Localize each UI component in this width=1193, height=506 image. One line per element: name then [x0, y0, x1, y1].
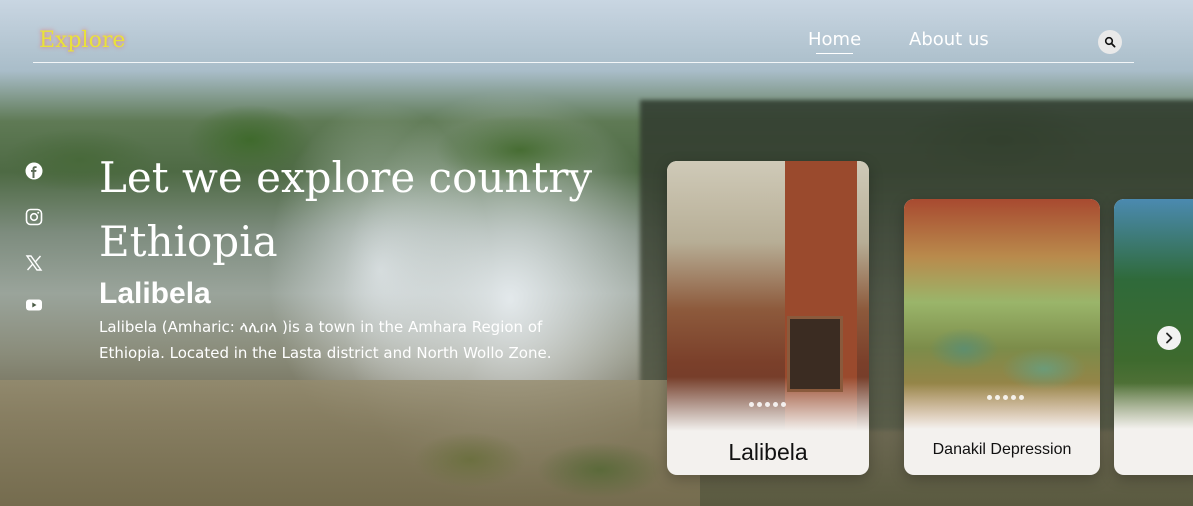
search-button[interactable]: [1098, 30, 1122, 54]
x-icon[interactable]: [25, 254, 43, 272]
card-label: Danakil Depression: [932, 441, 1072, 458]
chevron-right-icon: [1166, 332, 1173, 344]
logo[interactable]: Explore: [39, 28, 125, 53]
place-name: Lalibela: [99, 277, 211, 310]
background-rocks: [320, 410, 680, 506]
church-door: [787, 316, 843, 392]
nav-link-about-us[interactable]: About us: [909, 29, 989, 50]
nav-link-home[interactable]: Home: [808, 29, 861, 54]
instagram-icon[interactable]: [25, 208, 43, 226]
destination-card-lalibela[interactable]: Lalibela: [667, 161, 869, 475]
youtube-icon[interactable]: [25, 296, 43, 314]
card-image-dots: [749, 402, 786, 407]
card-label: Lalibela: [728, 439, 808, 465]
destination-card-danakil[interactable]: Danakil Depression: [904, 199, 1100, 475]
facebook-icon[interactable]: [25, 162, 43, 180]
hero-title: Let we explore country Ethiopia: [99, 153, 593, 267]
place-description: Lalibela (Amharic: ላሊበላ )is a town in th…: [99, 318, 552, 362]
card-image-dots: [987, 395, 1024, 400]
card-photo: [1114, 199, 1193, 429]
card-photo: [667, 161, 869, 431]
destination-card-third[interactable]: [1114, 199, 1193, 475]
top-navigation: Explore Home About us: [33, 24, 1134, 63]
search-icon: [1104, 36, 1116, 48]
carousel-next-button[interactable]: [1157, 326, 1181, 350]
